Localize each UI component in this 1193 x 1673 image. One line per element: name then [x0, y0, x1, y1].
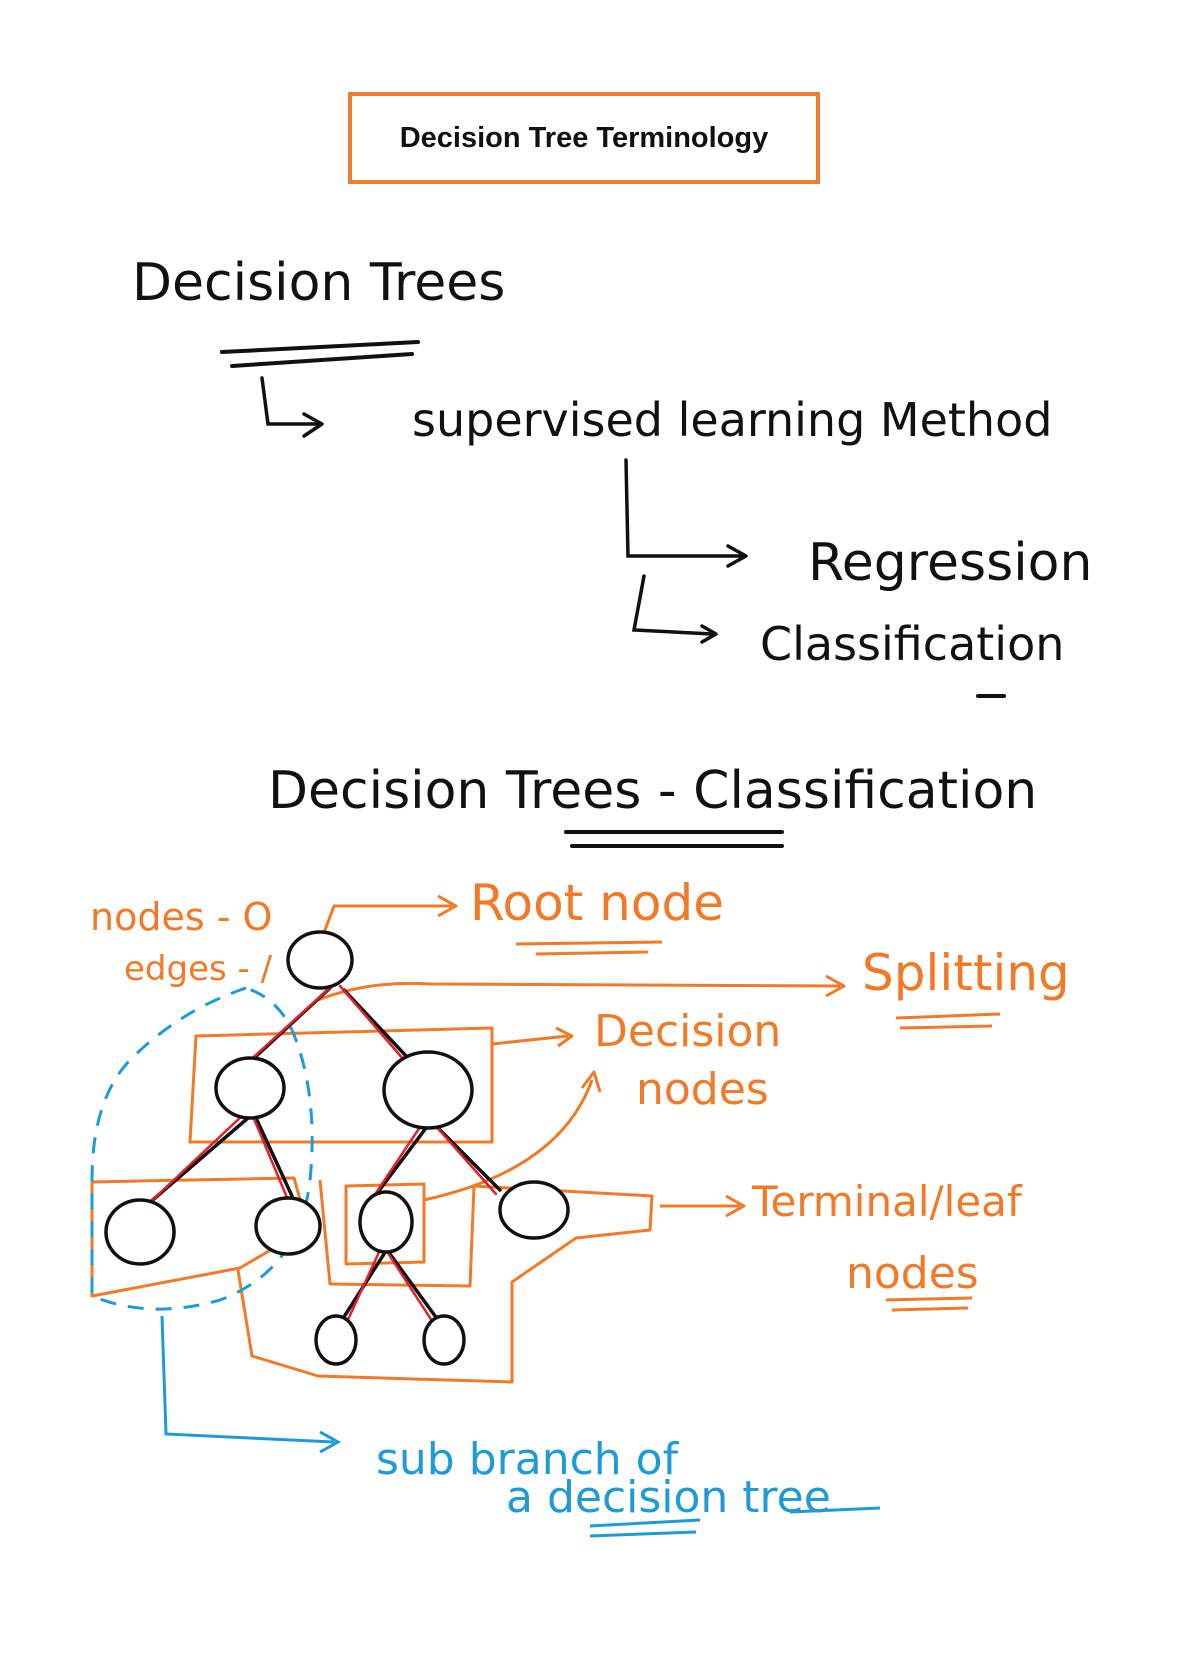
leaf-node-4	[314, 1314, 358, 1366]
root-node-underline	[515, 940, 663, 956]
heading2-underline	[564, 830, 784, 848]
leaf-node-5	[422, 1314, 466, 1366]
decision-node-lower	[358, 1190, 414, 1254]
heading-decision-trees-classification: Decision Trees - Classification	[268, 761, 1037, 821]
label-splitting: Splitting	[862, 944, 1070, 1002]
regression-text: Regression	[808, 533, 1092, 593]
root-node	[286, 930, 354, 990]
root-node-arrow	[320, 904, 452, 939]
splitting-underline	[895, 1012, 1001, 1030]
label-decision-nodes: nodes	[636, 1064, 769, 1115]
handwritten-notes-canvas: Decision Trees supervised learning Metho…	[90, 253, 1092, 1538]
label-decision: Decision	[594, 1006, 781, 1057]
label-terminal-nodes: nodes	[846, 1248, 979, 1299]
terminal-nodes-underline	[885, 1296, 973, 1312]
branch-line-regression	[624, 458, 744, 558]
splitting-arrow	[317, 981, 841, 1002]
decision-arrow	[491, 1034, 569, 1046]
label-root-node: Root node	[470, 874, 724, 932]
leaf-node-1	[104, 1198, 176, 1266]
tree-nodes	[104, 930, 570, 1366]
classification-text: Classification	[760, 617, 1064, 671]
label-terminal-leaf: Terminal/leaf	[751, 1177, 1023, 1226]
leaf-node-3	[498, 1180, 570, 1240]
page: Decision Tree Terminology Decision Trees…	[0, 0, 1193, 1673]
decision-node-right	[382, 1050, 474, 1130]
supervised-learning-text: supervised learning Method	[412, 393, 1052, 447]
label-nodes: nodes - O	[90, 895, 272, 939]
decision-node-left	[214, 1056, 286, 1120]
leaf-node-2	[254, 1196, 322, 1256]
label-a-decision-tree: a decision tree	[506, 1472, 831, 1523]
label-edges: edges - /	[124, 949, 273, 989]
branch-line-classification	[631, 574, 714, 636]
heading-underline	[220, 340, 420, 368]
heading-decision-trees: Decision Trees	[132, 253, 505, 313]
